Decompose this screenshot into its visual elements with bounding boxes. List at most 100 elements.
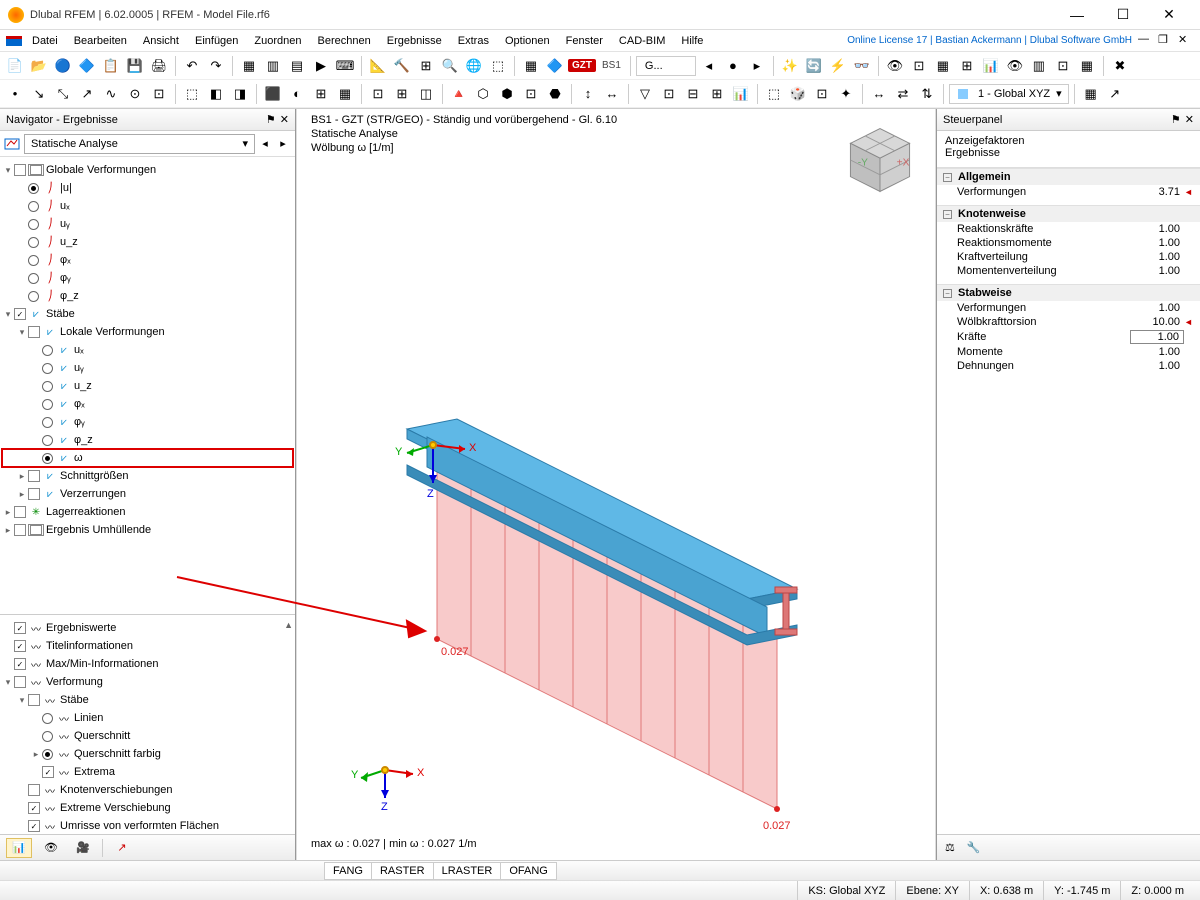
radio[interactable] <box>42 749 53 760</box>
toolbar-button[interactable]: ⊡ <box>811 83 833 105</box>
toolbar-button[interactable]: 📄 <box>4 55 26 77</box>
tree-item[interactable]: ▾〰Verformung <box>2 673 293 691</box>
toolbar-button[interactable]: ⌨ <box>334 55 356 77</box>
toolbar-button[interactable]: ◂ <box>698 55 720 77</box>
toolbar-button[interactable]: ▤ <box>286 55 308 77</box>
radio[interactable] <box>28 255 39 266</box>
mdi-close-icon[interactable]: ✕ <box>1178 33 1194 49</box>
close-button[interactable]: ✕ <box>1146 0 1192 30</box>
radio[interactable] <box>42 731 53 742</box>
nav-next-button[interactable]: ▸ <box>275 134 291 154</box>
toolbar-button[interactable]: 🎲 <box>787 83 809 105</box>
toolbar-button[interactable]: 💾 <box>124 55 146 77</box>
toolbar-button[interactable]: ◐ <box>286 83 308 105</box>
radio[interactable] <box>42 399 53 410</box>
toolbar-button[interactable]: 🔨 <box>391 55 413 77</box>
tree-item[interactable]: ⎠|u| <box>2 179 293 197</box>
checkbox[interactable] <box>42 766 54 778</box>
group-header[interactable]: −Knotenweise <box>937 205 1200 222</box>
tree-item[interactable]: ⎠u_z <box>2 233 293 251</box>
tree-item[interactable]: ⩗uᵧ <box>2 359 293 377</box>
tree-item[interactable]: 〰Ergebniswerte <box>2 619 293 637</box>
snap-fang[interactable]: FANG <box>324 862 372 880</box>
radio[interactable] <box>28 291 39 302</box>
toolbar-button[interactable]: ▦ <box>1080 83 1102 105</box>
group-header[interactable]: −Allgemein <box>937 168 1200 185</box>
toolbar-button[interactable]: ↶ <box>181 55 203 77</box>
tree-item[interactable]: ⎠uᵧ <box>2 215 293 233</box>
tree-item[interactable]: ⩗φₓ <box>2 395 293 413</box>
tree-item[interactable]: ▸⩗Verzerrungen <box>2 485 293 503</box>
toolbar-button[interactable]: ▦ <box>238 55 260 77</box>
mdi-min-icon[interactable]: — <box>1138 33 1154 49</box>
factor-row[interactable]: Dehnungen1.00 <box>937 359 1200 373</box>
checkbox[interactable] <box>28 820 40 832</box>
toolbar-button[interactable]: ▶ <box>310 55 332 77</box>
menu-ansicht[interactable]: Ansicht <box>135 33 187 49</box>
toolbar-button[interactable]: ⊡ <box>1052 55 1074 77</box>
tree-item[interactable]: ⩗φᵧ <box>2 413 293 431</box>
tree-item[interactable]: ▾〰Stäbe <box>2 691 293 709</box>
factor-row[interactable]: Momentenverteilung1.00 <box>937 264 1200 278</box>
tree-item[interactable]: ⎠φᵧ <box>2 269 293 287</box>
checkbox[interactable] <box>28 470 40 482</box>
tree-item[interactable]: ▸Ergebnis Umhüllende <box>2 521 293 539</box>
toolbar-button[interactable]: ▸ <box>746 55 768 77</box>
factor-row[interactable]: Momente1.00 <box>937 345 1200 359</box>
toolbar-button[interactable]: ↘ <box>28 83 50 105</box>
toolbar-button[interactable]: ⬛ <box>262 83 284 105</box>
toolbar-button[interactable]: ⊡ <box>148 83 170 105</box>
toolbar-button[interactable]: ⚡ <box>827 55 849 77</box>
checkbox[interactable] <box>28 802 40 814</box>
toolbar-button[interactable]: 🔷 <box>544 55 566 77</box>
toolbar-button[interactable]: ▦ <box>932 55 954 77</box>
tree-item[interactable]: ▾⩗Lokale Verformungen <box>2 323 293 341</box>
tree-item[interactable]: ▾Globale Verformungen <box>2 161 293 179</box>
snap-ofang[interactable]: OFANG <box>500 862 557 880</box>
toolbar-button[interactable]: ↔ <box>601 83 623 105</box>
tree-item[interactable]: 〰Extreme Verschiebung <box>2 799 293 817</box>
radio[interactable] <box>28 237 39 248</box>
tree-item[interactable]: 〰Knotenverschiebungen <box>2 781 293 799</box>
toolbar-button[interactable]: ⊞ <box>391 83 413 105</box>
toolbar-button[interactable]: 👁 <box>1004 55 1026 77</box>
toolbar-button[interactable]: ⇄ <box>892 83 914 105</box>
mdi-restore-icon[interactable]: ❐ <box>1158 33 1174 49</box>
toolbar-button[interactable]: ⊞ <box>706 83 728 105</box>
toolbar-button[interactable]: ⊞ <box>956 55 978 77</box>
toolbar-button[interactable]: 🔍 <box>439 55 461 77</box>
toolbar-button[interactable]: ⇅ <box>916 83 938 105</box>
toolbar-button[interactable]: ⊙ <box>124 83 146 105</box>
toolbar-button[interactable]: • <box>4 83 26 105</box>
filter-icon[interactable]: 🔧 <box>967 841 981 854</box>
menu-bearbeiten[interactable]: Bearbeiten <box>66 33 135 49</box>
menu-berechnen[interactable]: Berechnen <box>310 33 379 49</box>
radio[interactable] <box>42 435 53 446</box>
nav-prev-button[interactable]: ◂ <box>257 134 273 154</box>
radio[interactable] <box>28 201 39 212</box>
results-tree[interactable]: ▾Globale Verformungen⎠|u|⎠uₓ⎠uᵧ⎠u_z⎠φₓ⎠φ… <box>0 157 295 614</box>
toolbar-button[interactable]: ◧ <box>205 83 227 105</box>
toolbar-button[interactable]: ⊞ <box>415 55 437 77</box>
tree-item[interactable]: ▾⩗Stäbe <box>2 305 293 323</box>
menu-fenster[interactable]: Fenster <box>558 33 611 49</box>
snap-lraster[interactable]: LRASTER <box>433 862 502 880</box>
menu-hilfe[interactable]: Hilfe <box>673 33 711 49</box>
factor-row[interactable]: Reaktionsmomente1.00 <box>937 236 1200 250</box>
tree-item[interactable]: ▸✳Lagerreaktionen <box>2 503 293 521</box>
tree-item[interactable]: ⎠φₓ <box>2 251 293 269</box>
toolbar-button[interactable]: ⊡ <box>658 83 680 105</box>
factor-row[interactable]: Wölbkrafttorsion10.00◄ <box>937 315 1200 329</box>
radio[interactable] <box>42 345 53 356</box>
toolbar-button[interactable]: ⊡ <box>520 83 542 105</box>
group-combo[interactable]: G... <box>636 56 696 76</box>
nav-tab-results[interactable]: ↗ <box>109 838 135 858</box>
toolbar-button[interactable]: ↔ <box>868 83 890 105</box>
tree-item[interactable]: 〰Titelinformationen <box>2 637 293 655</box>
toolbar-button[interactable]: 🖨 <box>148 55 170 77</box>
checkbox[interactable] <box>28 784 40 796</box>
menu-ergebnisse[interactable]: Ergebnisse <box>379 33 450 49</box>
toolbar-button[interactable]: ⊡ <box>367 83 389 105</box>
toolbar-button[interactable]: ⊡ <box>908 55 930 77</box>
analysis-combo[interactable]: Statische Analyse▾ <box>24 134 255 154</box>
